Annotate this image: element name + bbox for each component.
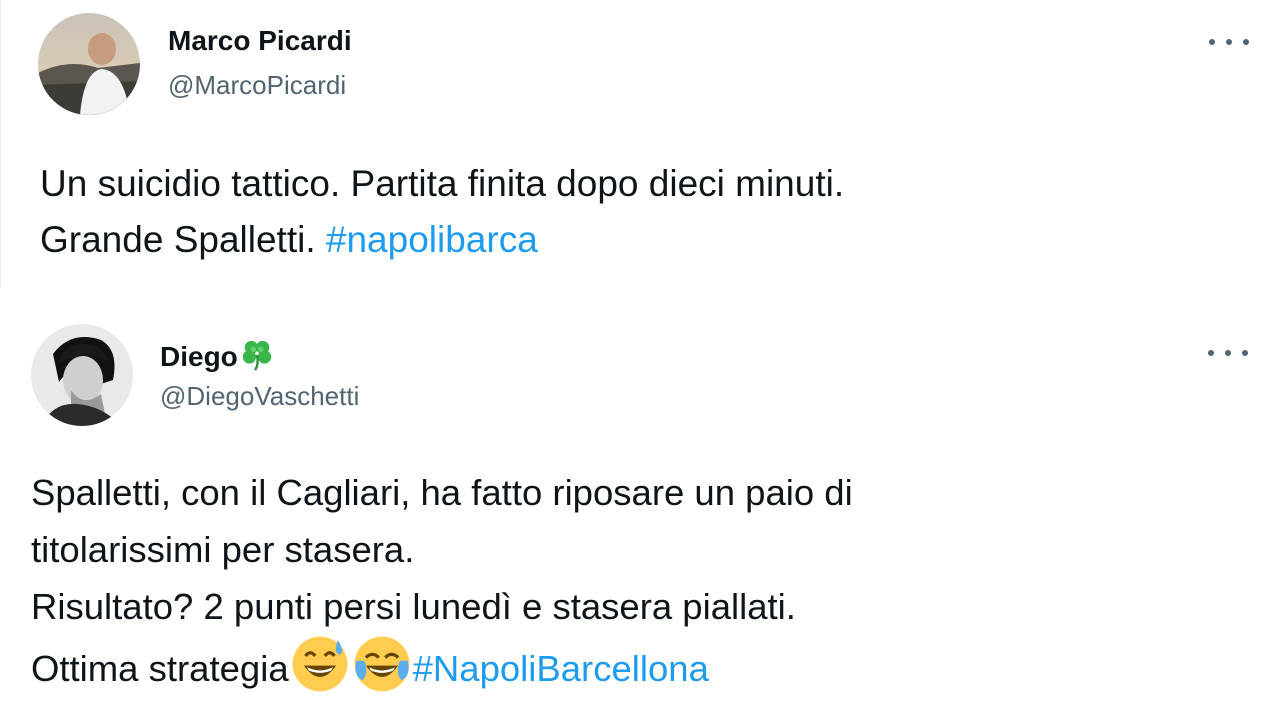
dot-icon [1209,39,1215,45]
dot-icon [1208,350,1214,356]
tweet-text-line: titolarissimi per stasera. [31,529,415,570]
tweet-card[interactable]: Diego @DiegoVaschetti Spalletti, con il … [0,300,1280,720]
author-handle[interactable]: @MarcoPicardi [168,70,346,101]
author-name-text: Diego [160,341,238,372]
dot-icon [1226,39,1232,45]
divider [0,287,1280,300]
tweet-text-line: Spalletti, con il Cagliari, ha fatto rip… [31,472,853,513]
tweet-card[interactable]: Marco Picardi @MarcoPicardi Un suicidio … [0,0,1280,287]
author-handle[interactable]: @DiegoVaschetti [160,381,359,412]
tweet-text-line: Un suicidio tattico. Partita finita dopo… [40,163,845,204]
more-options-button[interactable] [1209,32,1249,52]
dot-icon [1243,39,1249,45]
avatar-photo [38,13,140,115]
hashtag-link[interactable]: #napolibarca [326,219,538,260]
avatar[interactable] [31,324,133,426]
face-with-tears-of-joy-icon [353,635,411,693]
dot-icon [1225,350,1231,356]
tweet-text-span: Grande Spalletti. [40,218,326,260]
grinning-face-with-sweat-icon [291,635,349,693]
avatar[interactable] [38,13,140,115]
tweet-text: Spalletti, con il Cagliari, ha fatto rip… [31,464,853,697]
author-name[interactable]: Diego [160,338,274,373]
tweet-text-line: Grande Spalletti. #napolibarca [40,212,844,268]
dot-icon [1242,350,1248,356]
four-leaf-clover-icon [240,338,274,372]
more-options-button[interactable] [1208,343,1248,363]
tweet-text: Un suicidio tattico. Partita finita dopo… [40,156,844,267]
hashtag-link[interactable]: #NapoliBarcellona [413,648,709,689]
tweet-text-line: Risultato? 2 punti persi lunedì e staser… [31,586,796,627]
tweet-text-line: Ottima strategia #NapoliBarcellona [31,635,853,697]
avatar-photo [31,324,133,426]
tweet-text-span: Ottima strategia [31,648,289,689]
author-name[interactable]: Marco Picardi [168,25,352,57]
